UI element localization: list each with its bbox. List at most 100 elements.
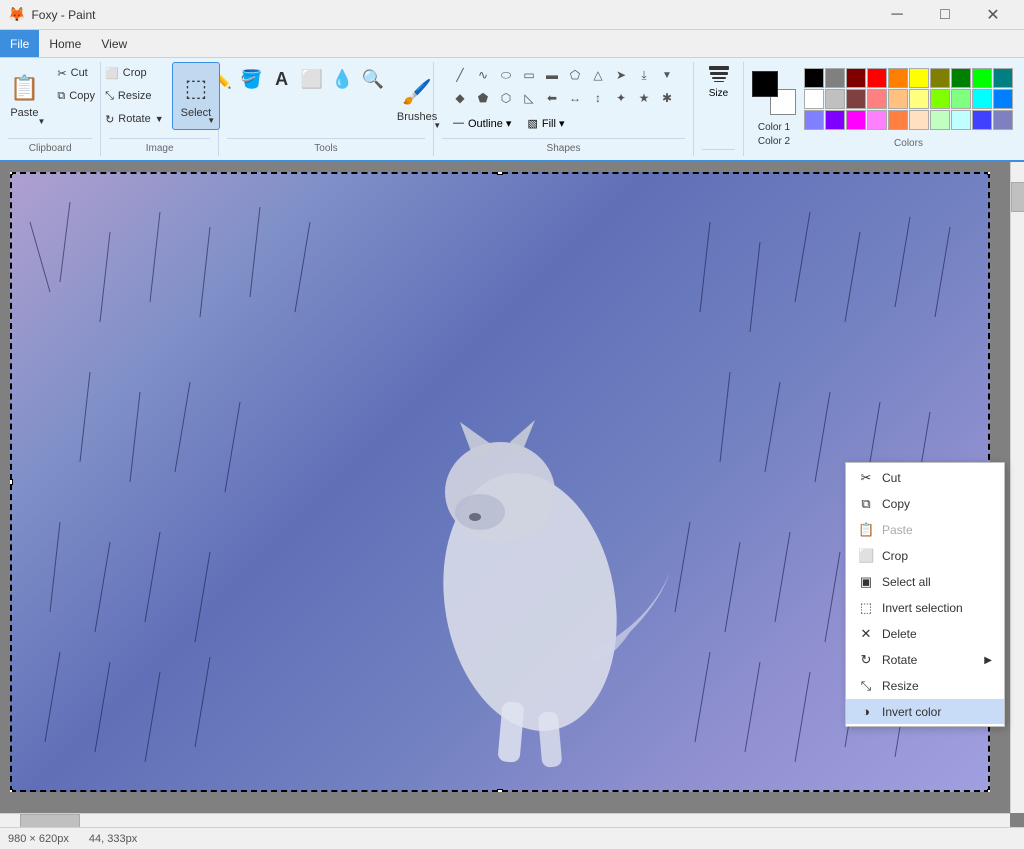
brushes-button[interactable]: 🖌️ Brushes ▼ [389,66,445,134]
ctx-crop[interactable]: ⬜Crop [846,543,1004,569]
color-cell-22[interactable] [846,110,866,130]
shape-oval[interactable]: ⬭ [495,64,517,86]
ctx-icon-resize: ⤡ [858,678,874,694]
scrollbar-vertical[interactable] [1010,162,1024,813]
submenu-arrow-rotate: ▶ [984,655,992,666]
color-cell-11[interactable] [825,89,845,109]
color-cell-10[interactable] [804,89,824,109]
ctx-invert-selection[interactable]: ⬚Invert selection [846,595,1004,621]
minimize-button[interactable]: ─ [874,1,920,29]
shape-poly[interactable]: ⬠ [564,64,586,86]
crop-button[interactable]: ⬜ Crop [99,62,170,84]
rotate-button[interactable]: ↻ Rotate ▼ [99,108,170,130]
maximize-button[interactable]: □ [922,1,968,29]
color-cell-17[interactable] [951,89,971,109]
color-cell-26[interactable] [930,110,950,130]
color-cell-18[interactable] [972,89,992,109]
ribbon: 📋 Paste ▼ ✂ Cut ⧉ Copy Clipboard ⬜ [0,58,1024,162]
ctx-cut[interactable]: ✂Cut [846,465,1004,491]
shape-more[interactable]: ▼ [656,64,678,86]
color-cell-29[interactable] [993,110,1013,130]
handle-tm[interactable] [497,172,503,175]
size-button[interactable]: Size [705,62,733,103]
ctx-select-all[interactable]: ▣Select all [846,569,1004,595]
shape-right-tri[interactable]: ◺ [518,87,540,109]
color2-button[interactable]: Color 2 [754,135,794,148]
color-cell-7[interactable] [951,68,971,88]
shape-arrow-lr[interactable]: ↔ [564,87,586,109]
color-cell-25[interactable] [909,110,929,130]
color-cell-1[interactable] [825,68,845,88]
menu-view[interactable]: View [91,30,137,57]
scrollbar-horizontal[interactable] [0,813,1010,827]
cut-button[interactable]: ✂ Cut [51,62,101,84]
outline-button[interactable]: — Outline ▾ [447,113,517,133]
ctx-rotate[interactable]: ↻Rotate▶ [846,647,1004,673]
handle-bm[interactable] [497,789,503,792]
shape-hex[interactable]: ⬡ [495,87,517,109]
handle-tr[interactable] [987,172,990,175]
shape-pentagon[interactable]: ⬟ [472,87,494,109]
handle-ml[interactable] [10,479,13,485]
shape-star6[interactable]: ✱ [656,87,678,109]
color-cell-27[interactable] [951,110,971,130]
color-cell-8[interactable] [972,68,992,88]
paint-canvas[interactable] [10,172,990,792]
close-button[interactable]: ✕ [970,1,1016,29]
color-cell-9[interactable] [993,68,1013,88]
shape-tri[interactable]: △ [587,64,609,86]
ctx-delete[interactable]: ✕Delete [846,621,1004,647]
shape-arrow-l[interactable]: ⬅ [541,87,563,109]
ctx-resize[interactable]: ⤡Resize [846,673,1004,699]
shape-rect[interactable]: ▭ [518,64,540,86]
color-cell-28[interactable] [972,110,992,130]
shape-diamond[interactable]: ◆ [449,87,471,109]
color-cell-16[interactable] [930,89,950,109]
color-cell-5[interactable] [909,68,929,88]
handle-bl[interactable] [10,789,13,792]
eraser-button[interactable]: ⬜ [298,66,326,93]
color1-button[interactable]: Color 1 [754,121,794,134]
handle-tl[interactable] [10,172,13,175]
shape-arrow-scroll[interactable]: ⤓ [633,64,655,86]
shape-star5[interactable]: ★ [633,87,655,109]
color-cell-13[interactable] [867,89,887,109]
color1-swatch[interactable] [752,71,778,97]
shape-arrow-r[interactable]: ➤ [610,64,632,86]
menu-file[interactable]: File [0,30,39,57]
handle-br[interactable] [987,789,990,792]
shape-arrow-ud[interactable]: ↕ [587,87,609,109]
paste-button[interactable]: 📋 Paste ▼ [0,62,49,130]
fill-tool-button[interactable]: 🪣 [237,66,265,93]
ctx-invert-color[interactable]: ◑Invert color [846,699,1004,724]
color-cell-20[interactable] [804,110,824,130]
color-cell-4[interactable] [888,68,908,88]
canvas-area[interactable]: ✂Cut⧉Copy📋Paste⬜Crop▣Select all⬚Invert s… [0,162,1024,827]
color-cell-24[interactable] [888,110,908,130]
shape-curve[interactable]: ∿ [472,64,494,86]
color-cell-15[interactable] [909,89,929,109]
menu-home[interactable]: Home [39,30,91,57]
color-picker-button[interactable]: 💧 [328,66,356,93]
color-cell-2[interactable] [846,68,866,88]
color-cell-6[interactable] [930,68,950,88]
scrollbar-thumb-h[interactable] [20,814,80,827]
text-button[interactable]: A [268,66,296,93]
color-cell-12[interactable] [846,89,866,109]
select-button[interactable]: ⬚ Select ▼ [172,62,221,130]
shape-star4[interactable]: ✦ [610,87,632,109]
scrollbar-thumb-v[interactable] [1011,182,1024,212]
shape-rect2[interactable]: ▬ [541,64,563,86]
color-cell-3[interactable] [867,68,887,88]
shape-line[interactable]: ╱ [449,64,471,86]
color-cell-21[interactable] [825,110,845,130]
fill-button[interactable]: ▧ Fill ▾ [521,113,570,133]
copy-button[interactable]: ⧉ Copy [51,85,101,107]
color-cell-14[interactable] [888,89,908,109]
color-cell-23[interactable] [867,110,887,130]
resize-button[interactable]: ⤡ Resize [99,85,170,107]
magnifier-button[interactable]: 🔍 [358,66,386,93]
color-cell-0[interactable] [804,68,824,88]
color-cell-19[interactable] [993,89,1013,109]
ctx-copy[interactable]: ⧉Copy [846,491,1004,517]
